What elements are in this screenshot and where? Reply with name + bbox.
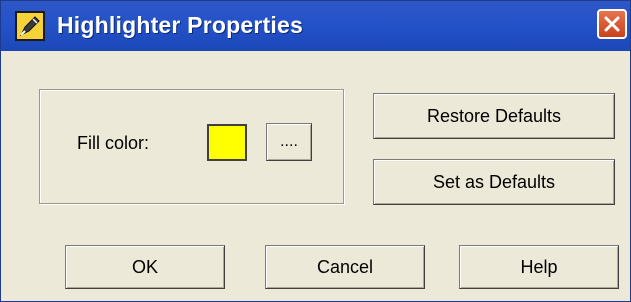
close-button[interactable] xyxy=(597,9,627,39)
highlighter-properties-dialog: Highlighter Properties Fill color: .... … xyxy=(0,0,631,302)
window-title: Highlighter Properties xyxy=(57,12,303,38)
title-bar[interactable]: Highlighter Properties xyxy=(1,1,630,51)
set-as-defaults-button[interactable]: Set as Defaults xyxy=(373,159,615,205)
cancel-button[interactable]: Cancel xyxy=(265,245,425,289)
close-icon xyxy=(604,16,620,32)
fill-color-label: Fill color: xyxy=(77,133,150,153)
highlighter-icon xyxy=(15,11,45,41)
choose-color-button[interactable]: .... xyxy=(266,123,312,161)
ok-button[interactable]: OK xyxy=(65,245,225,289)
fill-color-swatch[interactable] xyxy=(207,124,247,161)
help-button[interactable]: Help xyxy=(459,245,619,289)
restore-defaults-button[interactable]: Restore Defaults xyxy=(373,93,615,139)
